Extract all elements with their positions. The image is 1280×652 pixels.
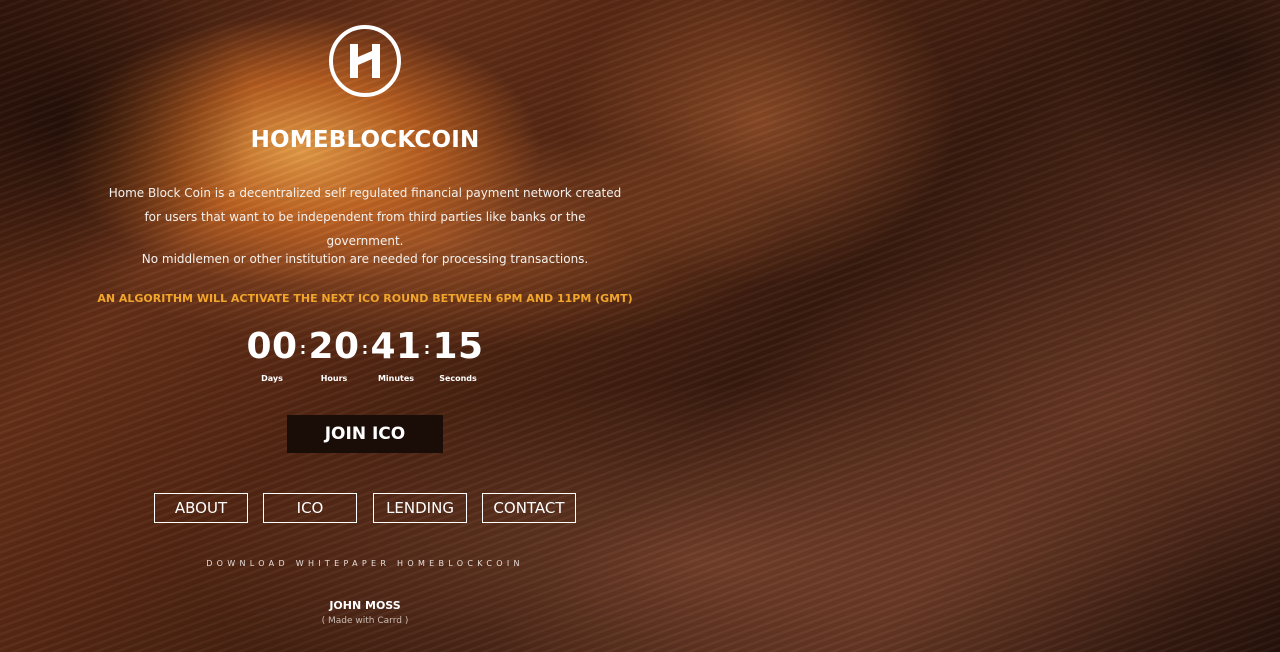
countdown-days-label: Days bbox=[261, 374, 283, 383]
countdown-days-value: 00 bbox=[246, 326, 298, 367]
countdown-minutes-label: Minutes bbox=[377, 374, 415, 383]
countdown-hours-value: 20 bbox=[308, 326, 360, 367]
countdown-minutes-value: 41 bbox=[370, 326, 422, 367]
hb-monogram-icon bbox=[329, 25, 401, 97]
intro-paragraph: Home Block Coin is a decentralized self … bbox=[108, 186, 622, 248]
intro-paragraph-secondary: No middlemen or other institution are ne… bbox=[141, 252, 589, 266]
site-title: HOMEBLOCKCOIN bbox=[250, 127, 480, 153]
ico-notice: AN ALGORITHM WILL ACTIVATE THE NEXT ICO … bbox=[97, 292, 633, 305]
countdown-separator: : bbox=[299, 339, 307, 358]
countdown-seconds: 15 Seconds bbox=[432, 326, 484, 384]
countdown-hours-label: Hours bbox=[320, 374, 348, 383]
countdown-seconds-label: Seconds bbox=[439, 374, 477, 383]
countdown-seconds-value: 15 bbox=[432, 326, 484, 367]
countdown-days: 00 Days bbox=[246, 326, 298, 384]
nav-contact-button[interactable]: CONTACT bbox=[482, 493, 576, 523]
made-with-carrd[interactable]: ( Made with Carrd ) bbox=[0, 615, 730, 627]
nav-lending-button[interactable]: LENDING bbox=[373, 493, 467, 523]
nav-ico-button[interactable]: ICO bbox=[263, 493, 357, 523]
join-ico-button[interactable]: JOIN ICO bbox=[287, 415, 443, 453]
nav-about-button[interactable]: ABOUT bbox=[154, 493, 248, 523]
countdown-separator: : bbox=[361, 339, 369, 358]
hero-section: HOMEBLOCKCOIN Home Block Coin is a decen… bbox=[0, 0, 730, 652]
countdown-minutes: 41 Minutes bbox=[370, 326, 422, 384]
countdown-hours: 20 Hours bbox=[308, 326, 360, 384]
countdown-timer: 00 Days : 20 Hours : 41 Minutes : 15 Sec… bbox=[246, 326, 486, 386]
countdown-separator: : bbox=[423, 339, 431, 358]
download-whitepaper-link[interactable]: DOWNLOAD WHITEPAPER HOMEBLOCKCOIN bbox=[0, 558, 730, 570]
author-name: JOHN MOSS bbox=[329, 599, 401, 612]
